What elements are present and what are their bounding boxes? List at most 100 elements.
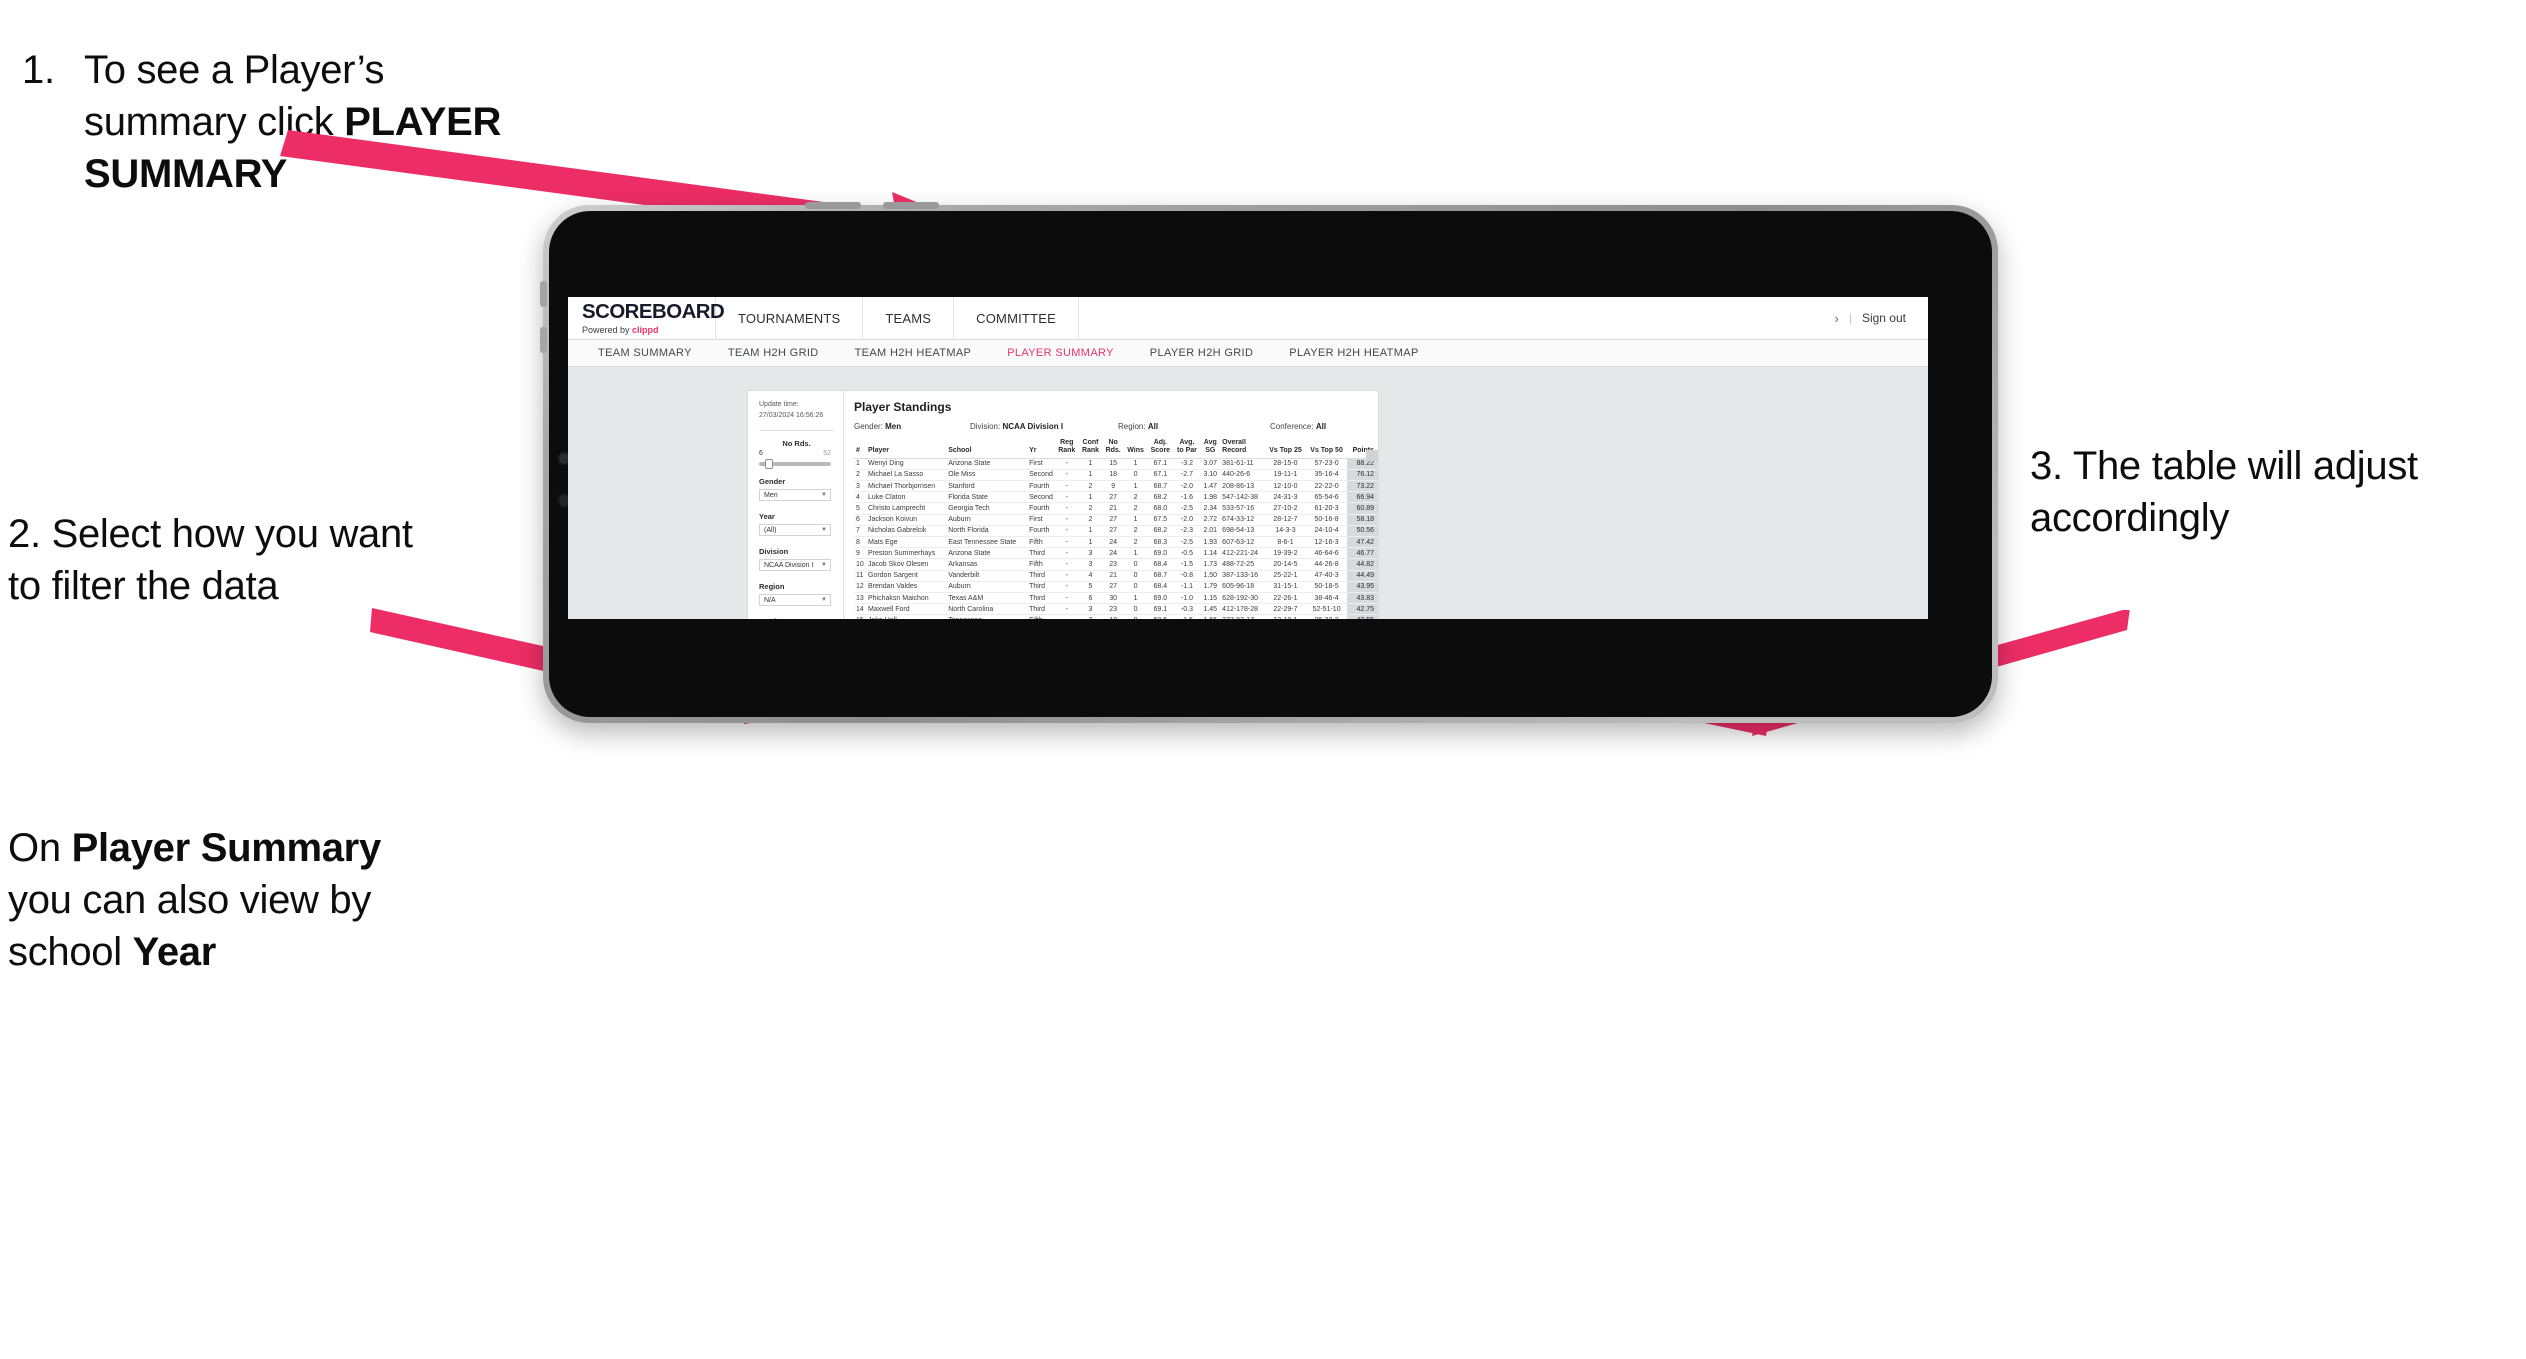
table-row[interactable]: 1 Wenyi Ding Arizona State First -1 15 1 67.1 -3… [854,458,1378,470]
tablet-screen: SCOREBOARD Powered by clippd TOURNAMENTS… [568,297,1928,619]
annotation-3-bold-1: Player Summary [71,826,382,870]
column-header[interactable]: Vs Top 25 [1264,439,1307,459]
table-row[interactable]: 9 Preston Summerhays Arizona State Third -3 2… [854,547,1378,560]
column-header[interactable]: Vs Top 50 [1306,439,1348,459]
filter-region-select[interactable]: N/A ▼ [759,594,831,606]
tab-player-summary[interactable]: PLAYER SUMMARY [989,347,1132,359]
column-header[interactable]: Player [866,439,947,459]
header-spacer [1079,297,1835,339]
table-cell: 38-46-4 [1306,592,1348,605]
column-header[interactable]: Adj. Score [1147,439,1174,459]
table-cell: -2.3 [1173,525,1201,537]
table-row[interactable]: 3 Michael Thorbjornsen Stanford Fourth -2 9 1 6… [854,480,1378,493]
topnav-teams[interactable]: TEAMS [863,297,955,339]
table-cell: 5 [854,502,866,515]
table-cell: - [1054,514,1079,526]
column-header[interactable]: Conf Rank [1078,439,1103,459]
tab-team-h2h-grid[interactable]: TEAM H2H GRID [710,347,837,359]
column-header[interactable]: Wins [1123,439,1148,459]
table-cell: 69.0 [1147,592,1174,605]
table-cell: - [1054,469,1079,482]
table-cell: 6 [1078,592,1103,605]
table-row[interactable]: 11 Gordon Sargent Vanderbilt Third -4 21 0 68.7… [854,570,1378,582]
table-cell: 15 [1102,458,1124,470]
vertical-scrollbar[interactable] [1366,450,1378,461]
column-header[interactable]: Reg Rank [1054,439,1079,459]
table-cell: Jackson Koivun [866,514,947,526]
table-row[interactable]: 13 Phichaksn Maichon Texas A&M Third -6 30 1 69… [854,592,1378,605]
table-cell: -1.6 [1173,491,1201,504]
table-row[interactable]: 14 Maxwell Ford North Carolina Third -3 23 0 69… [854,603,1378,616]
brand-logo[interactable]: SCOREBOARD Powered by clippd [568,297,725,339]
tab-team-h2h-heatmap[interactable]: TEAM H2H HEATMAP [837,347,990,359]
filter-gender-select[interactable]: Men ▼ [759,489,831,501]
table-cell: 44.82 [1347,558,1378,571]
dashboard-card: Update time: 27/03/2024 16:56:26 No Rds.… [748,391,1378,619]
table-row[interactable]: 5 Christo Lamprecht Georgia Tech Fourth -2 21… [854,502,1378,515]
table-header-row: # Player School Yr Reg Rank Conf Rank No Rds. W… [854,439,1378,459]
brand-powered-prefix: Powered by [582,324,633,335]
table-cell: -1.5 [1173,614,1201,619]
table-row[interactable]: 2 Michael La Sasso Ole Miss Second -1 18 0 67.1… [854,469,1378,482]
table-cell: 605-96-18 [1220,581,1265,593]
tab-player-h2h-heatmap[interactable]: PLAYER H2H HEATMAP [1271,347,1436,359]
active-filter-gender-value: Men [885,422,902,431]
table-row[interactable]: 15Jake HallTennesseeFifth-718068.5-1.51.… [854,614,1378,619]
table-cell: 61-20-3 [1306,502,1348,515]
annotation-4-text: 3. The table will adjust accordingly [2030,444,2418,540]
column-header[interactable]: Avg. to Par [1173,439,1201,459]
column-header[interactable]: Yr [1027,439,1055,459]
table-cell: 5 [1078,581,1103,593]
table-row[interactable]: 4 Luke Claton Florida State Second -1 27 2 68.2… [854,491,1378,504]
table-cell: 60.89 [1347,502,1378,515]
no-rounds-slider-thumb[interactable] [764,459,773,469]
table-cell: Georgia Tech [946,502,1028,515]
table-cell: 22-29-7 [1264,603,1307,616]
table-cell: Arkansas [946,558,1028,571]
tab-team-summary[interactable]: TEAM SUMMARY [580,347,710,359]
table-row[interactable]: 7 Nicholas Gabrelcik North Florida Fourth -1… [854,525,1378,537]
topnav-committee[interactable]: COMMITTEE [954,297,1079,339]
table-row[interactable]: 12 Brendan Valdes Auburn Third -5 27 0 68.4 -1.1… [854,581,1378,593]
table-cell: 208-86-13 [1220,480,1265,493]
table-cell: 44-26-8 [1306,558,1348,571]
table-cell: 1.93 [1200,536,1221,549]
table-cell: 698-54-13 [1220,525,1265,537]
filter-division: Division NCAA Division I ▼ [759,547,834,571]
table-cell: 3.07 [1200,458,1221,470]
column-header[interactable]: # [854,439,866,459]
table-cell: Second [1027,469,1055,482]
tab-player-h2h-grid[interactable]: PLAYER H2H GRID [1132,347,1271,359]
table-cell: 47-40-3 [1306,570,1348,582]
column-header[interactable]: Overall Record [1220,439,1265,459]
chevron-down-icon: ▼ [821,597,827,603]
topnav-tournaments[interactable]: TOURNAMENTS [716,297,864,339]
no-rounds-slider[interactable] [759,459,831,469]
table-cell: 31-15-1 [1264,581,1307,593]
column-header[interactable]: Avg SG [1200,439,1221,459]
filter-year-select[interactable]: (All) ▼ [759,524,831,536]
table-cell: 28-12-7 [1264,514,1307,526]
standings-table-wrap[interactable]: # Player School Yr Reg Rank Conf Rank No Rds. W… [854,439,1378,619]
column-header[interactable]: School [946,439,1028,459]
account-menu-icon[interactable]: › [1834,311,1838,326]
filter-division-select[interactable]: NCAA Division I ▼ [759,559,831,571]
annotation-3-bold-2: Year [132,930,217,974]
table-row[interactable]: 6 Jackson Koivun Auburn First -2 27 1 67.5 -2.0 2… [854,514,1378,526]
table-row[interactable]: 10 Jacob Skov Olesen Arkansas Fifth -3 23 0 68.… [854,558,1378,571]
sign-out-link[interactable]: Sign out [1862,311,1906,325]
column-header[interactable]: No Rds. [1102,439,1124,459]
table-cell: 22-26-1 [1264,592,1307,605]
table-cell: 46.77 [1347,547,1378,560]
no-rounds-label: No Rds. [782,439,811,448]
table-row[interactable]: 8 Mats Ege East Tennessee State Fifth -1 24 2 6… [854,536,1378,549]
table-cell: 27 [1102,581,1124,593]
table-cell: 377-82-17 [1220,614,1265,619]
table-cell: 50.56 [1347,525,1378,537]
table-cell: 50-16-8 [1306,514,1348,526]
table-cell: 381-61-11 [1220,458,1265,470]
table-cell: 3.10 [1200,469,1221,482]
table-cell: Arizona State [946,547,1028,560]
table-cell: 1 [1123,514,1148,526]
table-cell: 8 [854,536,866,549]
